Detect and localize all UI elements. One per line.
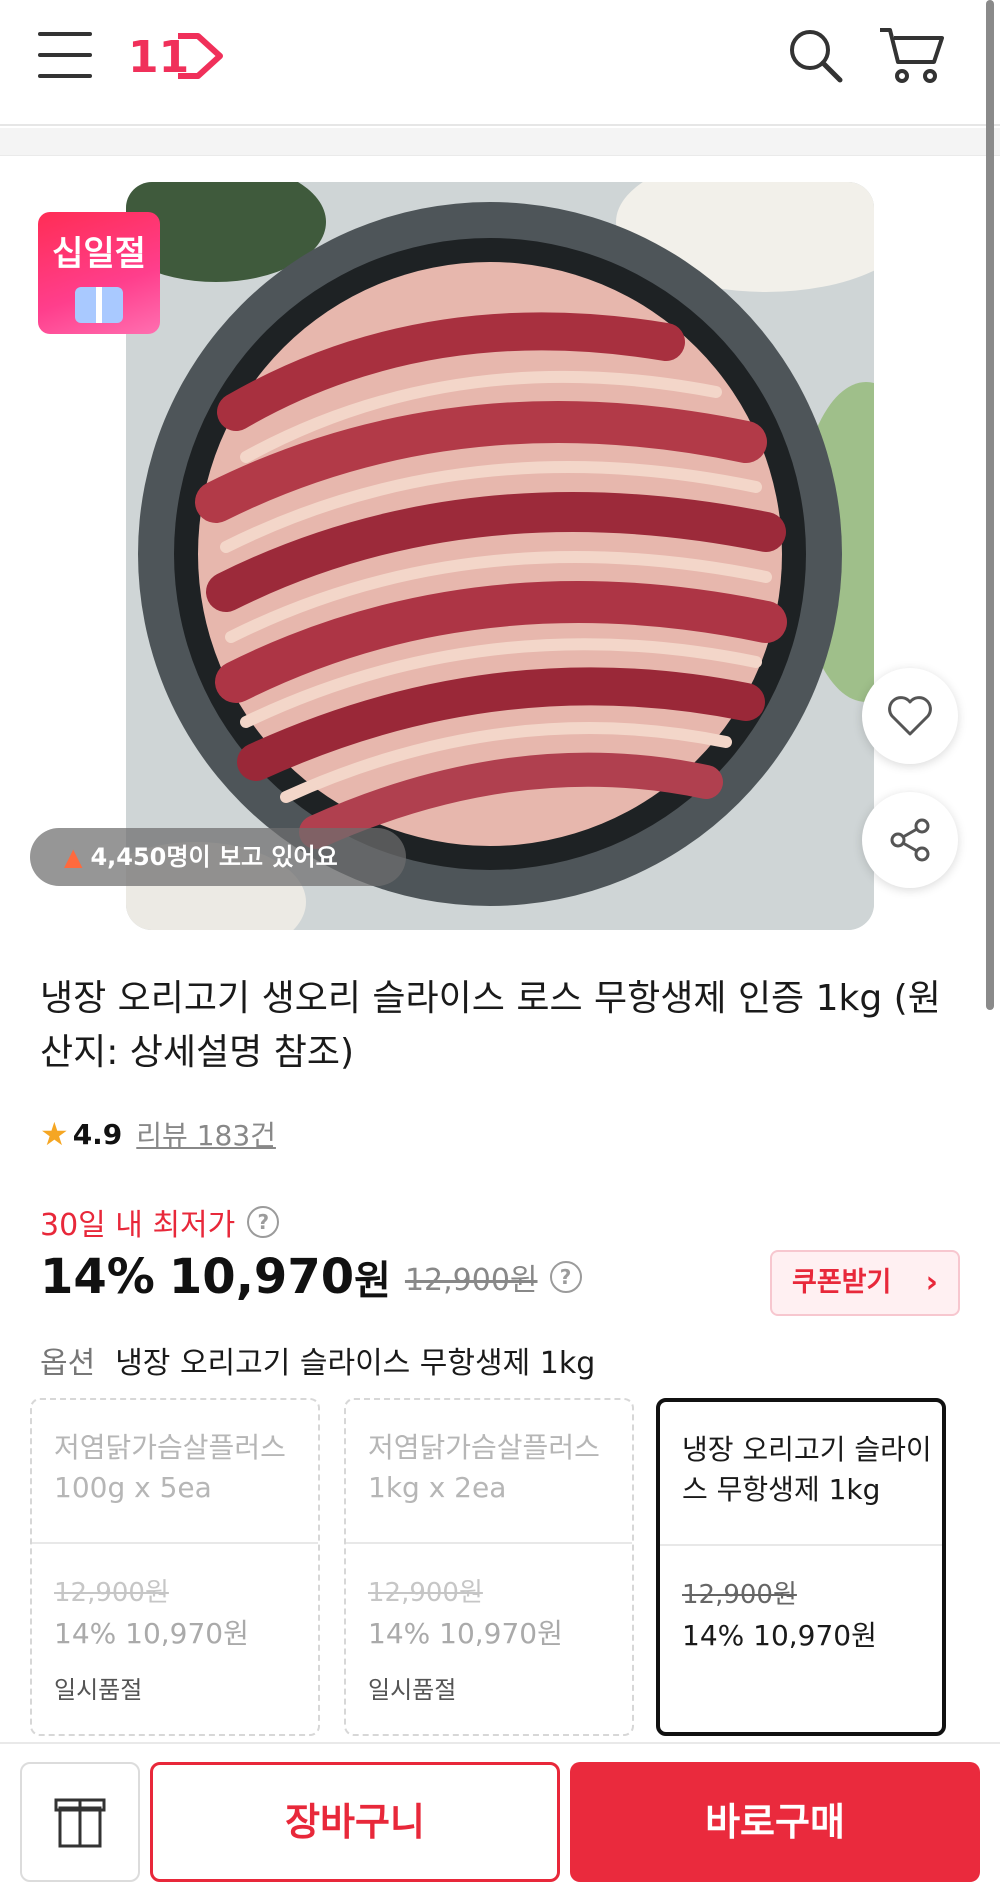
option-price: 14% 10,970원 xyxy=(54,1617,249,1650)
help-icon[interactable]: ? xyxy=(549,1261,582,1293)
header-sub-strip xyxy=(0,128,1000,156)
option-name: 저염닭가슴살플러스 1kg x 2ea xyxy=(368,1431,600,1504)
option-price: 14% 10,970원 xyxy=(368,1617,563,1650)
lowest-price-label: 30일 내 최저가 ? xyxy=(40,1200,280,1244)
fire-icon: ▲ xyxy=(64,843,83,871)
rating-row: ★ 4.9 리뷰 183건 xyxy=(40,1114,276,1154)
option-price: 14% 10,970원 xyxy=(682,1619,877,1652)
coupon-label: 쿠폰받기 xyxy=(792,1267,892,1298)
reviews-link[interactable]: 리뷰 183건 xyxy=(136,1114,276,1154)
viewers-text: 4,450명이 보고 있어요 xyxy=(90,843,338,871)
cart-button[interactable] xyxy=(878,24,946,88)
product-title: 냉장 오리고기 생오리 슬라이스 로스 무항생제 인증 1kg (원산지: 상세… xyxy=(40,978,941,1073)
option-status: 일시품절 xyxy=(368,1676,457,1704)
option-name: 냉장 오리고기 슬라이스 무항생제 1kg xyxy=(682,1433,932,1506)
option-original-price: 12,900원 xyxy=(54,1578,169,1608)
option-divider xyxy=(32,1542,318,1544)
hamburger-icon-line xyxy=(38,53,92,57)
search-button[interactable] xyxy=(786,26,846,86)
add-to-cart-button[interactable]: 장바구니 xyxy=(150,1762,560,1882)
heart-icon xyxy=(888,696,932,736)
option-status: 일시품절 xyxy=(54,1676,143,1704)
sale-price: 10,970 xyxy=(168,1249,355,1305)
chevron-right-icon: › xyxy=(925,1265,938,1300)
hamburger-icon-line xyxy=(38,32,92,36)
brand-logo[interactable]: 11 xyxy=(128,28,224,88)
buy-now-button[interactable]: 바로구매 xyxy=(570,1762,980,1882)
share-button[interactable] xyxy=(862,792,958,888)
top-header: 11 xyxy=(0,0,1000,126)
rating-score: 4.9 xyxy=(72,1117,123,1151)
product-image[interactable] xyxy=(126,182,874,930)
hamburger-icon-line xyxy=(38,74,92,78)
lowest-price-text: 30일 내 최저가 xyxy=(40,1208,236,1243)
option-label: 옵션 xyxy=(40,1346,96,1381)
option-name: 저염닭가슴살플러스 100g x 5ea xyxy=(54,1431,286,1504)
star-icon: ★ xyxy=(40,1115,69,1153)
original-price: 12,900원 xyxy=(404,1263,538,1298)
help-icon[interactable]: ? xyxy=(247,1206,280,1238)
option-row: 옵션 냉장 오리고기 슬라이스 무항생제 1kg xyxy=(40,1338,595,1382)
option-original-price: 12,900원 xyxy=(368,1578,483,1608)
gift-button[interactable] xyxy=(20,1762,140,1882)
price-row: 14% 10,970 원 12,900원 ? xyxy=(40,1248,582,1306)
sale-price-unit: 원 xyxy=(354,1258,391,1304)
option-selected-value: 냉장 오리고기 슬라이스 무항생제 1kg xyxy=(115,1346,596,1381)
bottom-action-bar: 장바구니 바로구매 xyxy=(0,1742,1000,1902)
gift-icon xyxy=(75,287,123,323)
option-card-1[interactable]: 저염닭가슴살플러스 100g x 5ea 12,900원 14% 10,970원… xyxy=(30,1398,320,1736)
sipil-event-badge: 십일절 xyxy=(38,212,160,334)
option-divider xyxy=(346,1542,632,1544)
cart-icon xyxy=(880,28,944,83)
menu-button[interactable] xyxy=(38,32,92,80)
gift-icon xyxy=(54,1798,106,1848)
option-card-3-selected[interactable]: 냉장 오리고기 슬라이스 무항생제 1kg 12,900원 14% 10,970… xyxy=(656,1398,946,1736)
share-icon xyxy=(890,818,930,862)
wishlist-button[interactable] xyxy=(862,668,958,764)
badge-label: 십일절 xyxy=(52,234,146,274)
option-divider xyxy=(660,1544,942,1546)
discount-rate: 14% xyxy=(40,1249,155,1305)
coupon-button[interactable]: 쿠폰받기 › xyxy=(770,1250,960,1316)
scrollbar-thumb[interactable] xyxy=(986,0,994,1010)
viewers-pill: ▲ 4,450명이 보고 있어요 xyxy=(30,828,406,886)
option-card-2[interactable]: 저염닭가슴살플러스 1kg x 2ea 12,900원 14% 10,970원 … xyxy=(344,1398,634,1736)
search-icon xyxy=(790,30,843,83)
option-original-price: 12,900원 xyxy=(682,1580,797,1610)
